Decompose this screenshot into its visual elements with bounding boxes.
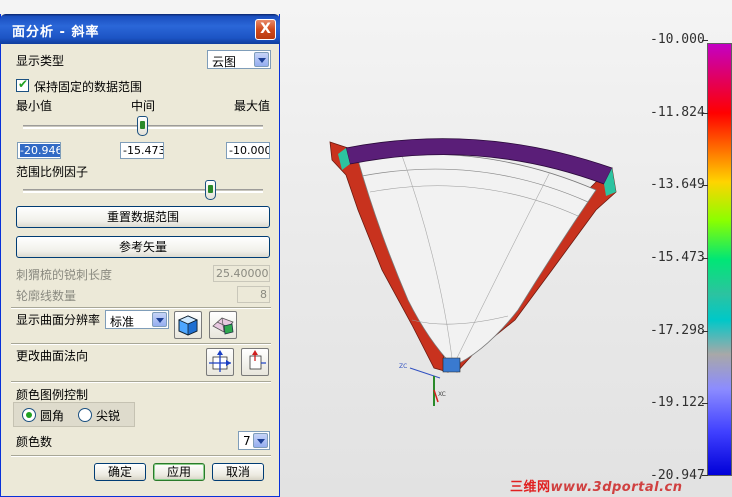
slope-analysis-model[interactable]: ZC XC	[300, 120, 630, 420]
close-button[interactable]: X	[255, 19, 276, 40]
legend-tick-mark	[702, 185, 708, 187]
chevron-down-icon	[253, 433, 268, 448]
inner-surface	[357, 153, 597, 367]
surface-tessellation-button[interactable]	[209, 311, 237, 339]
color-count-label: 颜色数	[16, 435, 53, 449]
surface-tessellation-icon	[212, 317, 234, 335]
watermark: 三维网www.3dportal.cn	[510, 476, 683, 495]
mid-label: 中间	[131, 99, 156, 113]
axis-zc-label: ZC	[399, 363, 407, 370]
legend-tick-mark	[702, 112, 708, 114]
display-type-label: 显示类型	[16, 54, 65, 68]
axis-xc-label: XC	[438, 391, 446, 398]
display-type-value: 云图	[212, 55, 237, 69]
watermark-brand: 三维网	[510, 480, 551, 495]
ok-button[interactable]: 确定	[94, 463, 146, 481]
legend-style-radio-group: 圆角 尖锐	[13, 402, 135, 427]
legend-tick-mark	[702, 403, 708, 405]
range-scale-label: 范围比例因子	[16, 165, 89, 179]
dialog-title-bar[interactable]: 面分析 - 斜率 X	[0, 14, 280, 44]
checkmark-icon: ✔	[18, 77, 29, 91]
keep-range-checkbox[interactable]: ✔	[16, 77, 29, 92]
contour-count-field[interactable]: 8	[237, 286, 270, 303]
axis-zc-line	[409, 367, 441, 379]
radio-sharp-label: 尖锐	[96, 409, 121, 423]
data-range-slider-thumb[interactable]	[137, 116, 148, 136]
surface-resolution-select[interactable]: 标准	[105, 310, 169, 329]
close-icon: X	[260, 21, 271, 37]
legend-tick-mark	[702, 258, 708, 259]
normal-arrows-icon	[209, 350, 231, 372]
keep-range-label: 保持固定的数据范围	[34, 80, 143, 94]
cancel-button[interactable]: 取消	[212, 463, 264, 481]
divider	[11, 343, 271, 345]
legend-tick-mark	[702, 40, 708, 41]
legend-tick-mark	[702, 330, 708, 332]
max-label: 最大值	[234, 99, 271, 113]
divider	[11, 381, 271, 383]
watermark-site: www.3dportal.cn	[550, 480, 683, 495]
radio-round[interactable]	[22, 408, 36, 422]
surface-analysis-dialog: 面分析 - 斜率 X 显示类型 云图 ✔ 保持固定的数据范围 最小值 中间 最大…	[0, 14, 280, 497]
tip-accent	[442, 357, 461, 373]
min-value-field[interactable]: -20.946	[17, 142, 61, 159]
divider	[11, 307, 271, 309]
max-value-field[interactable]: -10.000	[226, 142, 270, 159]
legend-tick-mark	[702, 475, 708, 476]
reference-vector-button[interactable]: 参考矢量	[16, 236, 270, 258]
reset-range-button[interactable]: 重置数据范围	[16, 206, 270, 228]
shaded-cube-icon	[178, 315, 198, 336]
mid-value-field[interactable]: -15.473	[120, 142, 164, 159]
reverse-normal-button[interactable]	[206, 348, 234, 376]
radio-round-label: 圆角	[40, 409, 65, 423]
legend-control-label: 颜色图例控制	[16, 388, 89, 402]
range-scale-slider-thumb[interactable]	[205, 180, 216, 200]
min-label: 最小值	[16, 99, 53, 113]
surface-resolution-label: 显示曲面分辨率	[16, 313, 101, 327]
change-normal-label: 更改曲面法向	[16, 349, 89, 363]
color-count-select[interactable]: 7	[238, 431, 270, 450]
display-type-select[interactable]: 云图	[207, 50, 271, 69]
radio-sharp[interactable]	[78, 408, 92, 422]
dialog-title: 面分析 - 斜率	[12, 25, 100, 40]
contour-count-label: 轮廓线数量	[16, 289, 77, 303]
surface-resolution-value: 标准	[110, 315, 135, 329]
divider	[11, 455, 271, 457]
range-scale-slider-track[interactable]	[23, 189, 263, 193]
specify-normal-button[interactable]	[241, 348, 269, 376]
color-count-value: 7	[243, 434, 251, 448]
spike-length-field[interactable]: 25.40000	[213, 265, 270, 282]
flip-normal-icon	[249, 350, 266, 370]
chevron-down-icon	[254, 52, 269, 67]
spike-length-label: 刺猬梳的锐刺长度	[16, 268, 113, 282]
chevron-down-icon	[152, 312, 167, 327]
shaded-cube-button[interactable]	[174, 311, 202, 339]
apply-button[interactable]: 应用	[153, 463, 205, 481]
